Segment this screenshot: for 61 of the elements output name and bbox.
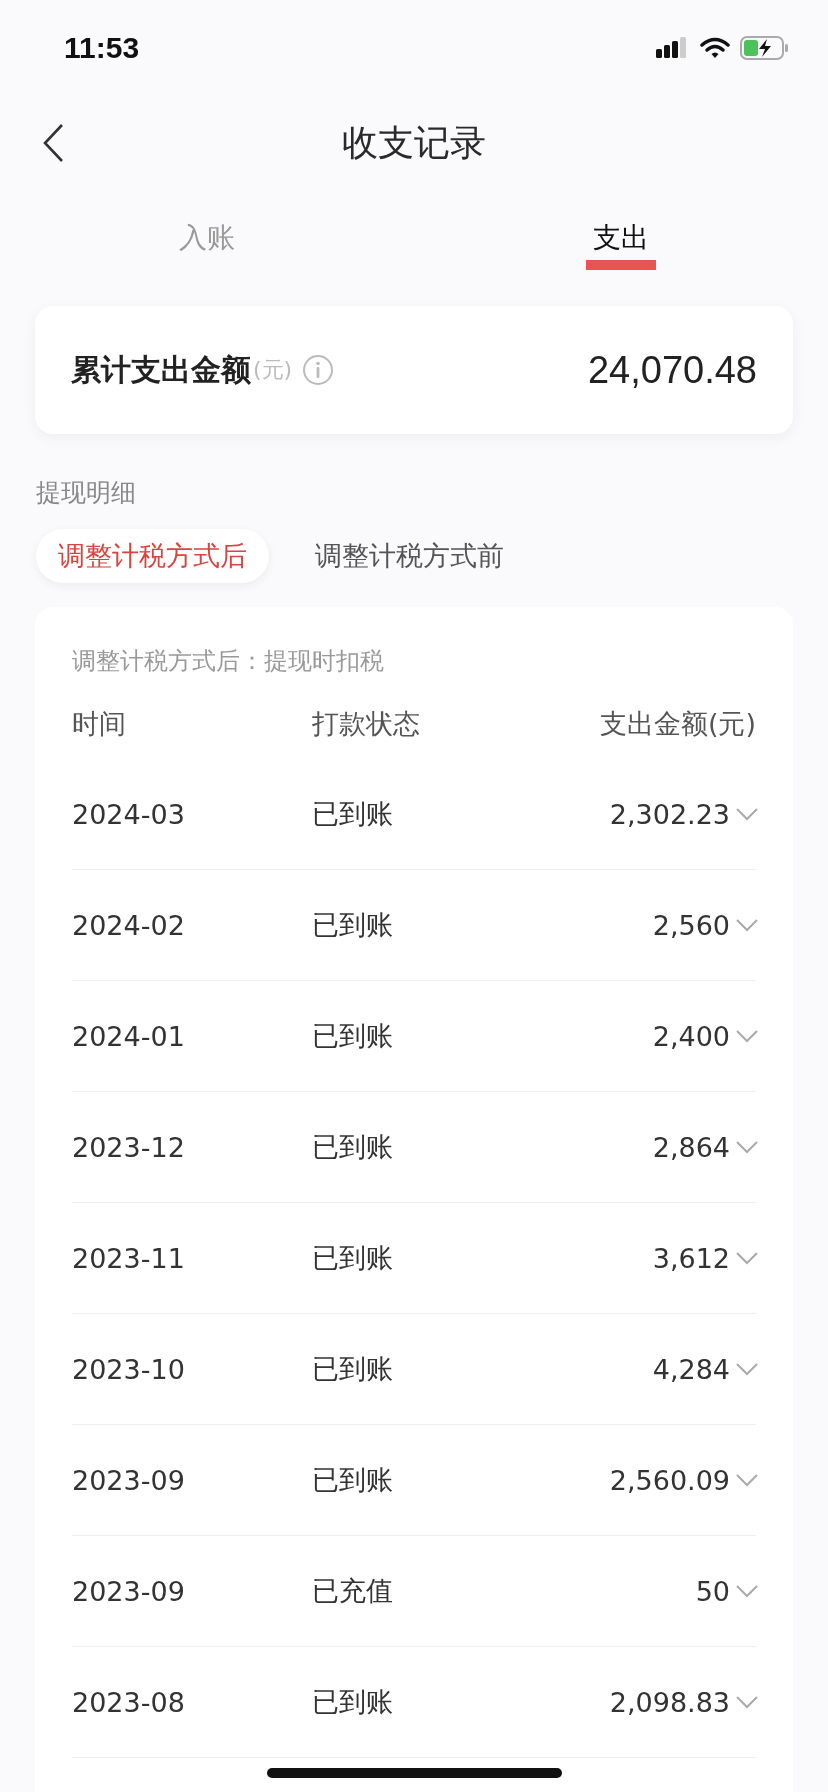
time-cell-text: 2023-09	[72, 1575, 186, 1607]
record-row[interactable]: 2024-01 已到账 2,400	[72, 981, 756, 1092]
column-header: 支出金额(元)	[599, 707, 756, 741]
status-time: 11:53	[64, 31, 140, 65]
wifi-icon	[700, 37, 730, 59]
time-cell-text: 2024-01	[72, 1020, 186, 1052]
time-cell-text: 2023-10	[72, 1353, 186, 1385]
segment-tab[interactable]: 调整计税方式后	[36, 529, 269, 583]
amount-cell: 2,302.23	[609, 798, 730, 830]
column-header: 时间	[72, 707, 127, 741]
amount-cell: 2,098.83	[609, 1686, 730, 1718]
time-cell-text: 2023-12	[72, 1131, 186, 1163]
status-cell-text: 已到账	[312, 1463, 394, 1497]
back-button[interactable]	[42, 123, 64, 163]
segment-tab[interactable]: 调整计税方式前	[293, 529, 526, 583]
time-cell-text: 2024-02	[72, 909, 186, 941]
time-cell-text: 2023-09	[72, 1464, 186, 1496]
chevron-down-icon[interactable]	[736, 918, 758, 932]
column-header: 打款状态	[312, 707, 421, 741]
amount-cell: 2,864	[652, 1131, 730, 1163]
unit-label: (元)	[253, 356, 293, 384]
info-icon[interactable]	[302, 354, 335, 386]
chevron-down-icon[interactable]	[736, 1584, 758, 1598]
chevron-down-icon[interactable]	[736, 1473, 758, 1487]
battery-icon	[740, 36, 790, 60]
time-cell-text: 2024-03	[72, 798, 186, 830]
status-cell-text: 已到账	[312, 1130, 394, 1164]
status-cell-text: 已到账	[312, 797, 394, 831]
status-cell-text: 已到账	[312, 1685, 394, 1719]
amount-cell: 2,560	[652, 909, 730, 941]
time-cell-text: 2023-11	[72, 1242, 186, 1274]
record-row[interactable]: 2024-03 已到账 2,302.23	[72, 759, 756, 870]
chevron-down-icon[interactable]	[736, 807, 758, 821]
status-cell-text: 已到账	[312, 1352, 394, 1386]
chevron-down-icon[interactable]	[736, 1695, 758, 1709]
status-cell-text: 已到账	[312, 908, 394, 942]
section-title: 提现明细	[36, 477, 137, 509]
amount-cell: 50	[695, 1575, 730, 1607]
amount-cell: 4,284	[652, 1353, 730, 1385]
amount-cell: 3,612	[652, 1242, 730, 1274]
amount-cell: 2,560.09	[609, 1464, 730, 1496]
chevron-down-icon[interactable]	[736, 1140, 758, 1154]
amount-cell: 2,400	[652, 1020, 730, 1052]
summary-label: 累计支出金额	[71, 350, 251, 389]
record-row[interactable]: 2023-09 已到账 2,560.09	[72, 1425, 756, 1536]
record-row[interactable]: 2023-11 已到账 3,612	[72, 1203, 756, 1314]
record-row[interactable]: 2023-08 已到账 2,098.83	[72, 1647, 756, 1758]
status-cell-text: 已到账	[312, 1241, 394, 1275]
record-row[interactable]: 2023-09 已充值 50	[72, 1536, 756, 1647]
chevron-down-icon[interactable]	[736, 1029, 758, 1043]
time-cell-text: 2023-08	[72, 1686, 186, 1718]
record-row[interactable]: 2023-12 已到账 2,864	[72, 1092, 756, 1203]
record-row[interactable]: 2023-10 已到账 4,284	[72, 1314, 756, 1425]
record-row[interactable]: 2024-02 已到账 2,560	[72, 870, 756, 981]
chevron-down-icon[interactable]	[736, 1362, 758, 1376]
chevron-down-icon[interactable]	[736, 1251, 758, 1265]
total-amount: 24,070.48	[587, 348, 757, 392]
note-text: 调整计税方式后：提现时扣税	[72, 646, 385, 677]
status-cell-text: 已充值	[312, 1574, 394, 1608]
page-title: 收支记录	[342, 120, 486, 165]
status-cell-text: 已到账	[312, 1019, 394, 1053]
